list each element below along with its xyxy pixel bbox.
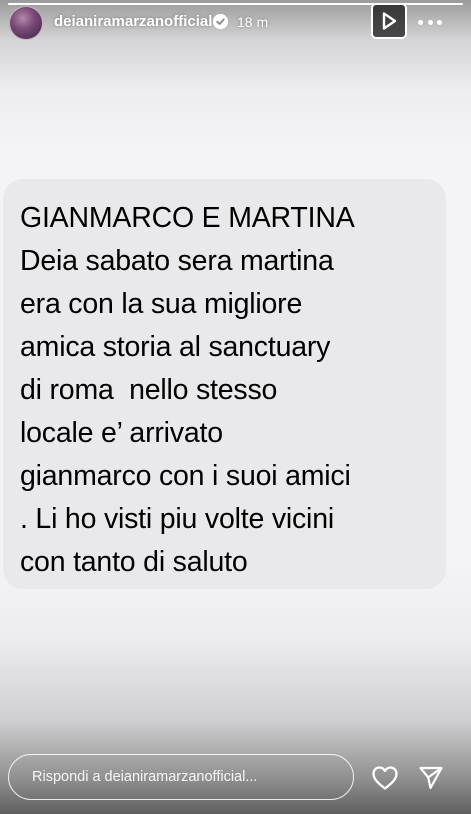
- reply-input[interactable]: Rispondi a deianiramarzanofficial...: [8, 754, 354, 800]
- more-icon: [437, 19, 442, 25]
- message-line: GIANMARCO E MARTINA: [20, 202, 355, 234]
- like-button[interactable]: [371, 765, 399, 791]
- timestamp: 18 m: [237, 14, 269, 30]
- message-line: . Li ho visti piu volte vicini: [20, 503, 334, 535]
- send-icon: [419, 766, 443, 790]
- message-line: con tanto di saluto: [20, 546, 248, 578]
- reply-bar: Rispondi a deianiramarzanofficial...: [0, 745, 471, 809]
- send-button[interactable]: [418, 765, 444, 791]
- message-line: amica storia al sanctuary: [20, 331, 331, 363]
- message-bubble: GIANMARCO E MARTINA Deia sabato sera mar…: [3, 179, 446, 589]
- more-options-button[interactable]: [418, 12, 442, 32]
- avatar[interactable]: [9, 6, 43, 40]
- play-icon: [382, 12, 397, 30]
- message-line: locale e’ arrivato: [20, 417, 223, 449]
- message-line: Deia sabato sera martina: [20, 245, 334, 277]
- more-icon: [418, 19, 423, 25]
- message-line: gianmarco con i suoi amici: [20, 460, 351, 492]
- story-header: deianiramarzanofficial 18 m: [0, 0, 471, 44]
- heart-icon: [372, 766, 398, 790]
- reply-placeholder: Rispondi a deianiramarzanofficial...: [32, 769, 258, 785]
- message-line: di roma nello stesso: [20, 374, 278, 406]
- username[interactable]: deianiramarzanofficial: [54, 13, 212, 30]
- play-button[interactable]: [371, 3, 407, 39]
- verified-badge-icon: [213, 14, 228, 29]
- more-icon: [427, 19, 433, 25]
- message-line: era con la sua migliore: [20, 288, 303, 320]
